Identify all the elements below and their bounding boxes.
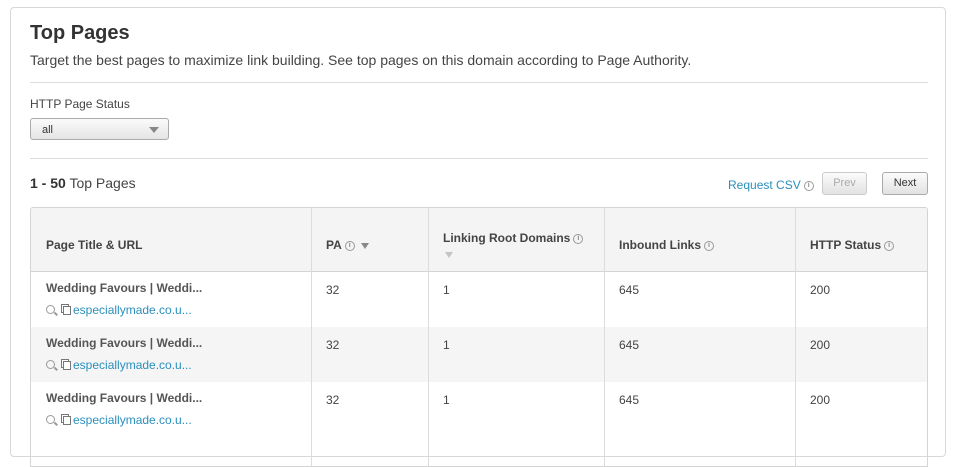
inbound-links-value: 645 xyxy=(619,338,640,352)
linking-root-domains-value: 1 xyxy=(443,283,450,297)
inbound-links-value: 645 xyxy=(619,393,640,407)
http-status-select-value: all xyxy=(42,124,54,136)
page-subtitle: Target the best pages to maximize link b… xyxy=(30,52,692,68)
info-icon[interactable]: i xyxy=(344,240,355,251)
copy-icon[interactable] xyxy=(61,414,71,426)
page-url: especiallymade.co.u... xyxy=(46,413,192,427)
table-row: Wedding Favours | Weddi... especiallymad… xyxy=(31,272,927,327)
info-icon[interactable]: i xyxy=(573,233,584,244)
request-csv-label: Request CSV xyxy=(728,178,801,192)
divider xyxy=(30,158,928,159)
linking-root-domains-value: 1 xyxy=(443,393,450,407)
http-status-select[interactable]: all xyxy=(30,118,169,140)
column-header-inbound-links[interactable]: Inbound Links i xyxy=(604,208,795,271)
http-status-filter-label: HTTP Page Status xyxy=(30,97,130,111)
http-status-value: 200 xyxy=(810,283,831,297)
pa-value: 32 xyxy=(326,393,340,407)
info-icon[interactable]: i xyxy=(803,180,814,191)
search-icon[interactable] xyxy=(46,305,55,315)
column-header-label: Linking Root Domains xyxy=(443,231,571,245)
table-row: Wedding Favours | Weddi... especiallymad… xyxy=(31,327,927,382)
info-icon[interactable]: i xyxy=(704,240,714,251)
column-divider xyxy=(604,208,605,466)
table-row: Wedding Favours | Weddi... especiallymad… xyxy=(31,382,927,437)
inbound-links-value: 645 xyxy=(619,283,640,297)
page-url-link[interactable]: especiallymade.co.u... xyxy=(73,358,192,372)
results-range: 1 - 50 Top Pages xyxy=(30,175,136,191)
results-range-count: 1 - 50 xyxy=(30,175,66,191)
copy-icon[interactable] xyxy=(61,359,71,371)
next-button[interactable]: Next xyxy=(882,172,928,195)
top-pages-table: Page Title & URL PA i Linking Root Domain… xyxy=(30,207,928,467)
table-header: Page Title & URL PA i Linking Root Domain… xyxy=(31,208,927,272)
prev-button[interactable]: Prev xyxy=(822,172,867,195)
search-icon[interactable] xyxy=(46,360,55,370)
column-header-label: PA xyxy=(326,238,342,252)
column-divider xyxy=(795,208,796,466)
column-header-linking-root-domains[interactable]: Linking Root Domains i xyxy=(428,208,604,271)
sort-desc-icon[interactable] xyxy=(360,242,369,249)
column-divider xyxy=(428,208,429,466)
info-icon[interactable]: i xyxy=(884,240,895,251)
column-header-pa[interactable]: PA i xyxy=(311,208,428,271)
column-header-label: Inbound Links xyxy=(619,238,701,252)
page-url-link[interactable]: especiallymade.co.u... xyxy=(73,303,192,317)
http-status-value: 200 xyxy=(810,393,831,407)
linking-root-domains-value: 1 xyxy=(443,338,450,352)
search-icon[interactable] xyxy=(46,415,55,425)
page-title-link[interactable]: Wedding Favours | Weddi... xyxy=(46,336,202,350)
column-header-http-status[interactable]: HTTP Status i xyxy=(795,208,927,271)
page-title-link[interactable]: Wedding Favours | Weddi... xyxy=(46,391,202,405)
page-url: especiallymade.co.u... xyxy=(46,303,192,317)
column-header-page[interactable]: Page Title & URL xyxy=(31,208,311,271)
pa-value: 32 xyxy=(326,283,340,297)
top-pages-panel: Top Pages Target the best pages to maxim… xyxy=(10,7,946,467)
page-url: especiallymade.co.u... xyxy=(46,358,192,372)
column-header-label: HTTP Status xyxy=(810,238,882,252)
pa-value: 32 xyxy=(326,338,340,352)
sort-caret-icon[interactable] xyxy=(445,251,453,258)
request-csv-link[interactable]: Request CSV i xyxy=(728,178,814,192)
page-url-link[interactable]: especiallymade.co.u... xyxy=(73,413,192,427)
page-title: Top Pages xyxy=(30,22,130,44)
results-range-suffix: Top Pages xyxy=(69,175,136,191)
http-status-value: 200 xyxy=(810,338,831,352)
chevron-down-icon xyxy=(149,127,159,133)
column-divider xyxy=(311,208,312,466)
column-header-label: Page Title & URL xyxy=(46,238,143,252)
page-title-link[interactable]: Wedding Favours | Weddi... xyxy=(46,281,202,295)
divider xyxy=(30,82,928,83)
copy-icon[interactable] xyxy=(61,304,71,316)
